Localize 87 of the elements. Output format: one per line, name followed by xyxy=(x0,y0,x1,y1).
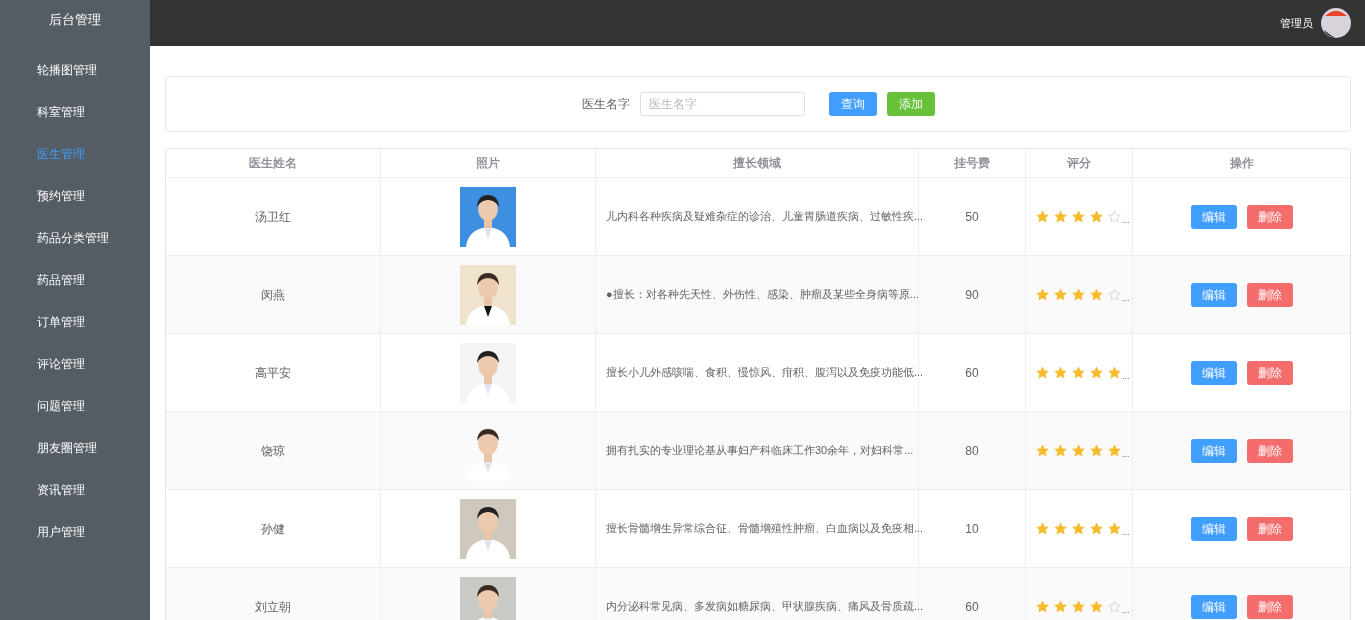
sidebar-item[interactable]: 药品分类管理 xyxy=(0,217,150,259)
delete-button[interactable]: 删除 xyxy=(1246,360,1293,385)
star-icon xyxy=(1036,366,1049,379)
star-icon xyxy=(1054,288,1067,301)
table-cell-text: ●擅长：对各种先天性、外伤性、感染、肿瘤及某些全身病等原... xyxy=(606,287,919,303)
column-header: 擅长领域 xyxy=(596,149,919,177)
star-icon xyxy=(1108,366,1121,379)
star-icon xyxy=(1072,210,1085,223)
column-header: 操作 xyxy=(1228,155,1255,172)
star-icon xyxy=(1072,444,1085,457)
edit-button[interactable]: 编辑 xyxy=(1190,360,1237,385)
star-icon xyxy=(1036,600,1049,613)
field-label: 医生名字 xyxy=(581,96,630,113)
rating-ellipsis: ... xyxy=(1122,603,1130,617)
table-cell: 80 xyxy=(919,412,1026,489)
star-icon xyxy=(1090,522,1103,535)
star-icon xyxy=(1090,288,1103,301)
column-header: 医生姓名 xyxy=(166,149,381,177)
sidebar-item[interactable]: 轮播图管理 xyxy=(0,49,150,91)
table-cell-text: 儿内科各种疾病及疑难杂症的诊治、儿童胃肠道疾病、过敏性疾... xyxy=(606,209,924,225)
table-cell: 90 xyxy=(919,256,1026,333)
star-icon xyxy=(1108,600,1121,613)
column-header: 挂号费 xyxy=(919,149,1026,177)
edit-button[interactable]: 编辑 xyxy=(1190,204,1237,229)
star-icon xyxy=(1072,600,1085,613)
sidebar-item[interactable]: 医生管理 xyxy=(0,133,150,175)
star-icon xyxy=(1108,288,1121,301)
rating-ellipsis: ... xyxy=(1122,213,1130,227)
table-cell: 刘立朝 xyxy=(166,568,381,620)
table-cell-text: 拥有扎实的专业理论基从事妇产科临床工作30余年，对妇科常... xyxy=(606,443,914,459)
delete-button[interactable]: 删除 xyxy=(1246,438,1293,463)
table-cell: 汤卫红 xyxy=(166,178,381,255)
star-icon xyxy=(1036,288,1049,301)
star-icon xyxy=(1108,444,1121,457)
sidebar-item[interactable]: 药品管理 xyxy=(0,259,150,301)
sidebar-item[interactable]: 资讯管理 xyxy=(0,469,150,511)
star-icon xyxy=(1090,210,1103,223)
rating-ellipsis: ... xyxy=(1122,525,1130,539)
rating-ellipsis: ... xyxy=(1122,369,1130,383)
star-icon xyxy=(1090,600,1103,613)
edit-button[interactable]: 编辑 xyxy=(1190,438,1237,463)
star-icon xyxy=(1054,522,1067,535)
star-icon xyxy=(1108,522,1121,535)
column-header: 照片 xyxy=(381,149,596,177)
sidebar-item[interactable]: 评论管理 xyxy=(0,343,150,385)
edit-button[interactable]: 编辑 xyxy=(1190,282,1237,307)
search-button[interactable]: 查询 xyxy=(828,92,877,116)
edit-button[interactable]: 编辑 xyxy=(1190,516,1237,541)
sidebar-item[interactable]: 预约管理 xyxy=(0,175,150,217)
sidebar-item[interactable]: 订单管理 xyxy=(0,301,150,343)
star-icon xyxy=(1090,444,1103,457)
star-icon xyxy=(1036,522,1049,535)
star-icon xyxy=(1108,210,1121,223)
table-cell-text: 擅长骨髓增生异常综合征、骨髓增殖性肿瘤、白血病以及免疫相... xyxy=(606,521,924,537)
delete-button[interactable]: 删除 xyxy=(1246,594,1293,619)
sidebar-item[interactable]: 问题管理 xyxy=(0,385,150,427)
sidebar-title: 后台管理 xyxy=(49,11,101,30)
delete-button[interactable]: 删除 xyxy=(1246,204,1293,229)
star-icon xyxy=(1072,288,1085,301)
star-icon xyxy=(1054,600,1067,613)
table-cell: 饶琼 xyxy=(166,412,381,489)
star-icon xyxy=(1054,444,1067,457)
sidebar-item[interactable]: 用户管理 xyxy=(0,511,150,553)
delete-button[interactable]: 删除 xyxy=(1246,282,1293,307)
star-icon xyxy=(1054,210,1067,223)
rating-ellipsis: ... xyxy=(1122,447,1130,461)
user-name: 管理员 xyxy=(1280,15,1313,31)
table-cell: 闵燕 xyxy=(166,256,381,333)
star-icon xyxy=(1072,522,1085,535)
avatar[interactable] xyxy=(1321,8,1351,38)
sidebar-item[interactable]: 朋友圈管理 xyxy=(0,427,150,469)
column-header: 评分 xyxy=(1026,149,1133,177)
delete-button[interactable]: 删除 xyxy=(1246,516,1293,541)
star-icon xyxy=(1036,444,1049,457)
star-icon xyxy=(1054,366,1067,379)
star-icon xyxy=(1036,210,1049,223)
add-button[interactable]: 添加 xyxy=(886,92,935,116)
sidebar-item[interactable]: 科室管理 xyxy=(0,91,150,133)
table-cell-text: 擅长小儿外感咳喘、食积、慢惊风、疳积、腹泻以及免疫功能低... xyxy=(606,365,924,381)
star-icon xyxy=(1090,366,1103,379)
edit-button[interactable]: 编辑 xyxy=(1190,594,1237,619)
table-cell-text: 内分泌科常见病、多发病如糖尿病、甲状腺疾病、痛风及骨质疏... xyxy=(606,599,924,615)
star-icon xyxy=(1072,366,1085,379)
table-cell: 高平安 xyxy=(166,334,381,411)
rating-ellipsis: ... xyxy=(1122,291,1130,305)
table-cell: 孙健 xyxy=(166,490,381,567)
name-field[interactable]: 医生名字 xyxy=(639,92,805,116)
